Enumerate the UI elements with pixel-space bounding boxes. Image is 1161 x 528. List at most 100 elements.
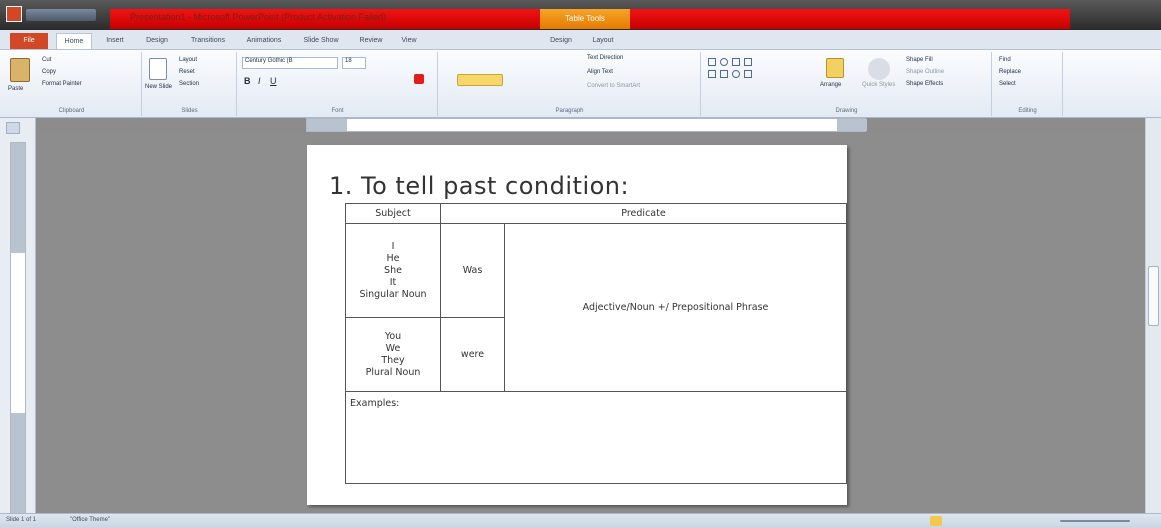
plural-verb-cell[interactable]: were: [440, 317, 505, 392]
table-tools-context-label: Table Tools: [540, 9, 630, 29]
editing-group: Find Replace Select Editing: [993, 52, 1063, 116]
slides-pane-tab[interactable]: [6, 122, 20, 134]
powerpoint-app-icon[interactable]: [6, 6, 22, 22]
theme-status: "Office Theme": [70, 517, 111, 523]
oval-shape-icon[interactable]: [720, 58, 728, 66]
paste-icon[interactable]: [10, 58, 30, 82]
triangle-shape-icon[interactable]: [708, 70, 716, 78]
text-direction-button[interactable]: Text Direction: [587, 55, 623, 61]
convert-smartart-button[interactable]: Convert to SmartArt: [587, 83, 640, 89]
tab-view[interactable]: View: [394, 33, 424, 49]
complement-cell[interactable]: Adjective/Noun +/ Prepositional Phrase: [504, 223, 847, 392]
slide-title[interactable]: 1. To tell past condition:: [329, 172, 629, 200]
format-painter-button[interactable]: Format Painter: [42, 81, 82, 87]
italic-button[interactable]: I: [258, 76, 261, 86]
horizontal-ruler: [306, 118, 867, 132]
subject-she: She: [384, 264, 402, 276]
new-slide-button[interactable]: New Slide: [145, 84, 172, 90]
bold-button[interactable]: B: [244, 76, 251, 86]
slides-group: New Slide Layout Reset Section Slides: [143, 52, 237, 116]
examples-cell[interactable]: Examples:: [345, 391, 847, 484]
subject-it: It: [389, 276, 397, 288]
horizontal-ruler-margin-right: [837, 119, 867, 131]
tab-table-layout[interactable]: Layout: [585, 33, 621, 49]
header-predicate-cell[interactable]: Predicate: [440, 203, 847, 224]
singular-verb-cell[interactable]: Was: [440, 223, 505, 318]
subject-they: They: [381, 354, 405, 366]
quick-styles-icon[interactable]: [868, 58, 890, 80]
tab-slide-show[interactable]: Slide Show: [296, 33, 346, 49]
vertical-scrollbar[interactable]: [1145, 118, 1161, 513]
plural-subjects-cell[interactable]: You We They Plural Noun: [345, 317, 441, 392]
align-left-icon[interactable]: [457, 74, 503, 86]
find-button[interactable]: Find: [999, 57, 1011, 63]
singular-subjects-cell[interactable]: I He She It Singular Noun: [345, 223, 441, 318]
cut-button[interactable]: Cut: [42, 57, 51, 63]
status-bar: Slide 1 of 1 "Office Theme": [0, 513, 1161, 528]
reset-button[interactable]: Reset: [179, 69, 195, 75]
font-name-select[interactable]: Century Gothic (B: [242, 57, 338, 69]
shape-outline-button[interactable]: Shape Outline: [906, 69, 944, 75]
subject-we: We: [385, 342, 401, 354]
arrow-shape-icon[interactable]: [744, 58, 752, 66]
title-bar: Presentation1 - Microsoft PowerPoint (Pr…: [0, 0, 1161, 30]
ribbon-tab-row: File Home Insert Design Transitions Anim…: [0, 30, 1161, 50]
rectangle-shape-icon[interactable]: [708, 58, 716, 66]
slides-pane[interactable]: [0, 118, 36, 518]
scrollbar-thumb[interactable]: [1148, 266, 1159, 326]
shape-fill-button[interactable]: Shape Fill: [906, 57, 933, 63]
new-slide-icon[interactable]: [149, 58, 167, 80]
circle-shape-icon[interactable]: [732, 70, 740, 78]
clipboard-group-label: Clipboard: [58, 108, 85, 114]
vertical-ruler-margin-top: [11, 143, 25, 253]
grammar-table[interactable]: Subject Predicate I He She It Singular N…: [345, 203, 847, 484]
replace-button[interactable]: Replace: [999, 69, 1021, 75]
zoom-slider[interactable]: [1060, 520, 1130, 522]
subject-he: He: [386, 252, 400, 264]
section-button[interactable]: Section: [179, 81, 199, 87]
star-shape-icon[interactable]: [744, 70, 752, 78]
tab-home[interactable]: Home: [56, 33, 92, 49]
tab-design[interactable]: Design: [138, 33, 176, 49]
shape-effects-button[interactable]: Shape Effects: [906, 81, 943, 87]
paragraph-group-label: Paragraph: [555, 108, 584, 114]
drawing-group-label: Drawing: [835, 108, 858, 114]
tab-table-design[interactable]: Design: [543, 33, 579, 49]
subject-i: I: [391, 240, 395, 252]
horizontal-ruler-margin-left: [307, 119, 347, 131]
underline-button[interactable]: U: [270, 76, 277, 86]
normal-view-icon[interactable]: [930, 516, 942, 526]
vertical-ruler: [10, 142, 26, 518]
layout-button[interactable]: Layout: [179, 57, 197, 63]
subject-plural-noun: Plural Noun: [365, 366, 421, 378]
copy-button[interactable]: Copy: [42, 69, 56, 75]
font-group-label: Font: [331, 108, 344, 114]
paragraph-group: Text Direction Align Text Convert to Sma…: [439, 52, 701, 116]
vertical-ruler-margin-bottom: [11, 413, 25, 518]
slide-canvas[interactable]: 1. To tell past condition: Subject Predi…: [307, 145, 847, 505]
quick-styles-button[interactable]: Quick Styles: [862, 82, 895, 88]
align-text-button[interactable]: Align Text: [587, 69, 613, 75]
slides-group-label: Slides: [181, 108, 198, 114]
tab-file[interactable]: File: [10, 33, 48, 49]
tab-transitions[interactable]: Transitions: [182, 33, 234, 49]
line-shape-icon[interactable]: [732, 58, 740, 66]
ribbon: Paste Cut Copy Format Painter Clipboard …: [0, 50, 1161, 118]
arrange-button[interactable]: Arrange: [820, 82, 841, 88]
header-subject-cell[interactable]: Subject: [345, 203, 441, 224]
tab-animations[interactable]: Animations: [238, 33, 290, 49]
tab-review[interactable]: Review: [352, 33, 390, 49]
select-button[interactable]: Select: [999, 81, 1016, 87]
arrange-icon[interactable]: [826, 58, 844, 78]
clipboard-group: Paste Cut Copy Format Painter Clipboard: [2, 52, 142, 116]
subject-you: You: [384, 330, 402, 342]
font-group: Century Gothic (B 18 B I U Font: [238, 52, 438, 116]
drawing-group: Arrange Quick Styles Shape Fill Shape Ou…: [702, 52, 992, 116]
paste-button[interactable]: Paste: [8, 86, 23, 92]
bracket-shape-icon[interactable]: [720, 70, 728, 78]
tab-insert[interactable]: Insert: [98, 33, 132, 49]
font-color-icon[interactable]: [414, 74, 424, 84]
quick-access-toolbar[interactable]: [26, 9, 96, 21]
editing-group-label: Editing: [1018, 108, 1037, 114]
font-size-select[interactable]: 18: [342, 57, 366, 69]
